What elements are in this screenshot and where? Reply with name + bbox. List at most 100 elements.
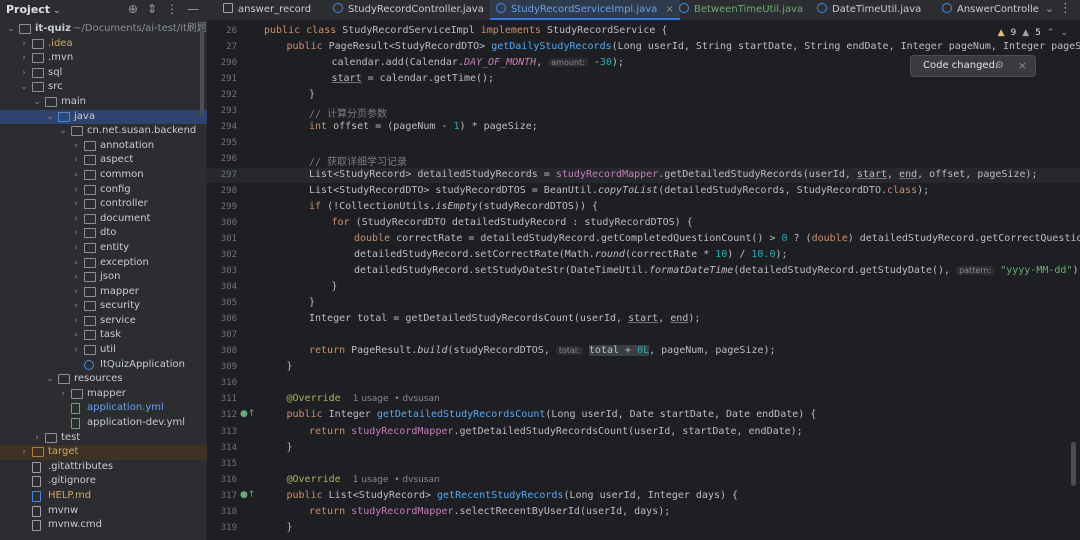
chevron-right-icon[interactable]: › xyxy=(71,197,81,212)
inspection-widget[interactable]: ▲ 9 ▲ 5 ⌃ ⌄ xyxy=(998,28,1068,38)
code-line[interactable]: } xyxy=(309,89,315,100)
code-line[interactable]: if (!CollectionUtils.isEmpty(studyRecord… xyxy=(309,201,598,212)
close-icon[interactable]: × xyxy=(1018,59,1027,72)
chevron-right-icon[interactable]: › xyxy=(71,343,81,358)
code-line[interactable]: detailedStudyRecord.setStudyDateStr(Date… xyxy=(354,265,1080,276)
tree-item-common[interactable]: › common xyxy=(0,168,207,183)
tree-item-annotation[interactable]: › annotation xyxy=(0,139,207,154)
project-scrollbar[interactable] xyxy=(200,30,204,116)
code-line[interactable]: Integer total = getDetailedStudyRecordsC… xyxy=(309,313,700,324)
chevron-right-icon[interactable]: › xyxy=(71,328,81,343)
code-line[interactable]: // 计算分页参数 xyxy=(309,105,387,120)
tab-datetimeutil-java[interactable]: DateTimeUtil.java xyxy=(811,0,927,20)
chevron-right-icon[interactable]: › xyxy=(19,66,29,81)
tree-item-idea[interactable]: › .idea xyxy=(0,37,207,52)
code-line[interactable]: detailedStudyRecord.setCorrectRate(Math.… xyxy=(354,249,788,260)
code-line[interactable]: return PageResult.build(studyRecordDTOS,… xyxy=(309,345,776,357)
code-line[interactable]: List<StudyRecord> detailedStudyRecords =… xyxy=(309,169,1038,180)
tree-item-application-yml[interactable]: application.yml xyxy=(0,401,207,416)
tree-item-dto[interactable]: › dto xyxy=(0,226,207,241)
chevron-right-icon[interactable]: › xyxy=(58,387,68,402)
tree-item-config[interactable]: › config xyxy=(0,183,207,198)
tree-item-application-dev-yml[interactable]: application-dev.yml xyxy=(0,416,207,431)
code-line[interactable]: return studyRecordMapper.selectRecentByU… xyxy=(309,506,670,517)
tree-item-itquizapplication[interactable]: ItQuizApplication xyxy=(0,358,207,373)
tree-item-security[interactable]: › security xyxy=(0,299,207,314)
tab-studyrecordcontroller-java[interactable]: StudyRecordController.java xyxy=(327,0,490,20)
tree-item-document[interactable]: › document xyxy=(0,212,207,227)
code-line[interactable]: @Override 1 usage • dvsusan xyxy=(287,393,440,404)
tree-item-mvnw-cmd[interactable]: mvnw.cmd xyxy=(0,518,207,533)
code-line[interactable]: // 获取详细学习记录 xyxy=(309,153,407,168)
code-line[interactable]: start = calendar.getTime(); xyxy=(332,73,495,84)
code-line[interactable]: int offset = (pageNum - 1) * pageSize; xyxy=(309,121,538,132)
chevron-right-icon[interactable]: › xyxy=(71,241,81,256)
chevron-right-icon[interactable]: › xyxy=(19,445,29,460)
collapse-all-icon[interactable]: ⇕ xyxy=(147,2,157,16)
code-line[interactable]: List<StudyRecordDTO> studyRecordDTOS = B… xyxy=(309,185,929,196)
tree-item-gitignore[interactable]: .gitignore xyxy=(0,474,207,489)
code-line[interactable]: @Override 1 usage • dvsusan xyxy=(287,474,440,485)
tree-item-java[interactable]: ⌄ java xyxy=(0,109,207,125)
tree-item-test[interactable]: › test xyxy=(0,431,207,446)
code-line[interactable]: for (StudyRecordDTO detailedStudyRecord … xyxy=(332,217,693,228)
tree-item-gitattributes[interactable]: .gitattributes xyxy=(0,460,207,475)
code-line[interactable]: public PageResult<StudyRecordDTO> getDai… xyxy=(287,41,1080,52)
hide-panel-icon[interactable]: — xyxy=(187,2,199,16)
tree-item-sql[interactable]: › sql xyxy=(0,66,207,81)
code-line[interactable]: } xyxy=(287,522,293,533)
tree-item-mvn[interactable]: › .mvn xyxy=(0,51,207,66)
code-line[interactable]: double correctRate = detailedStudyRecord… xyxy=(354,233,1080,244)
editor-scrollbar[interactable] xyxy=(1071,442,1076,486)
tab-studyrecordserviceimpl-java[interactable]: StudyRecordServiceImpl.java × xyxy=(490,0,680,20)
chevron-right-icon[interactable]: › xyxy=(71,285,81,300)
tab-betweentimeutil-java[interactable]: BetweenTimeUtil.java xyxy=(673,0,809,20)
tree-item-mapper[interactable]: › mapper xyxy=(0,387,207,402)
code-line[interactable]: } xyxy=(332,281,338,292)
tree-item-help-md[interactable]: HELP.md xyxy=(0,489,207,504)
tree-item-it-quiz[interactable]: ⌄ it-quiz~/Documents/ai-test/it刷题小程 xyxy=(0,22,207,37)
chevron-right-icon[interactable]: › xyxy=(19,51,29,66)
code-line[interactable]: public List<StudyRecord> getRecentStudyR… xyxy=(287,490,739,501)
tab-answercontrolle[interactable]: AnswerControlle xyxy=(936,0,1045,20)
more-actions-icon[interactable]: ⋮ xyxy=(1059,1,1072,16)
chevron-right-icon[interactable]: › xyxy=(71,270,81,285)
project-view-selector[interactable]: Project ⌄ xyxy=(6,3,61,16)
tree-item-util[interactable]: › util xyxy=(0,343,207,358)
tree-item-cn-net-susan-backend[interactable]: ⌄ cn.net.susan.backend xyxy=(0,124,207,139)
bug-icon[interactable]: ⚙ xyxy=(995,60,1004,71)
more-options-icon[interactable]: ⋮ xyxy=(166,2,178,16)
chevron-right-icon[interactable]: › xyxy=(71,299,81,314)
code-area[interactable]: 26 public class StudyRecordServiceImpl im… xyxy=(207,20,1080,540)
code-editor[interactable]: 26 public class StudyRecordServiceImpl im… xyxy=(207,20,1080,540)
chevron-right-icon[interactable]: › xyxy=(71,139,81,154)
tree-item-controller[interactable]: › controller xyxy=(0,197,207,212)
chevron-right-icon[interactable]: › xyxy=(71,256,81,271)
code-line[interactable]: return studyRecordMapper.getDetailedStud… xyxy=(309,426,803,437)
override-marker-icon[interactable]: ●↑ xyxy=(240,409,255,419)
tree-item-json[interactable]: › json xyxy=(0,270,207,285)
tree-item-resources[interactable]: ⌄ resources xyxy=(0,372,207,387)
chevron-right-icon[interactable]: › xyxy=(32,431,42,446)
tree-item-mapper[interactable]: › mapper xyxy=(0,285,207,300)
code-line[interactable]: public class StudyRecordServiceImpl impl… xyxy=(264,25,667,36)
code-line[interactable]: } xyxy=(309,297,315,308)
chevron-right-icon[interactable]: › xyxy=(71,183,81,198)
code-line[interactable]: calendar.add(Calendar.DAY_OF_MONTH, amou… xyxy=(332,57,624,68)
override-marker-icon[interactable]: ●↑ xyxy=(240,490,255,500)
tree-item-service[interactable]: › service xyxy=(0,314,207,329)
chevron-right-icon[interactable]: › xyxy=(71,153,81,168)
tree-item-main[interactable]: ⌄ main xyxy=(0,95,207,110)
tab-list-icon[interactable]: ⌄ xyxy=(1045,2,1054,15)
tab-answer-record[interactable]: answer_record xyxy=(217,0,317,20)
chevron-right-icon[interactable]: › xyxy=(71,168,81,183)
tree-item-src[interactable]: ⌄ src xyxy=(0,80,207,95)
chevron-down-icon[interactable]: ⌄ xyxy=(19,80,29,95)
chevron-right-icon[interactable]: › xyxy=(19,37,29,52)
tree-item-mvnw[interactable]: mvnw xyxy=(0,504,207,519)
tree-item-exception[interactable]: › exception xyxy=(0,256,207,271)
tree-item-task[interactable]: › task xyxy=(0,328,207,343)
chevron-down-icon[interactable]: ⌄ xyxy=(6,22,16,37)
chevron-right-icon[interactable]: › xyxy=(71,226,81,241)
tree-item-target[interactable]: › target xyxy=(0,445,207,460)
